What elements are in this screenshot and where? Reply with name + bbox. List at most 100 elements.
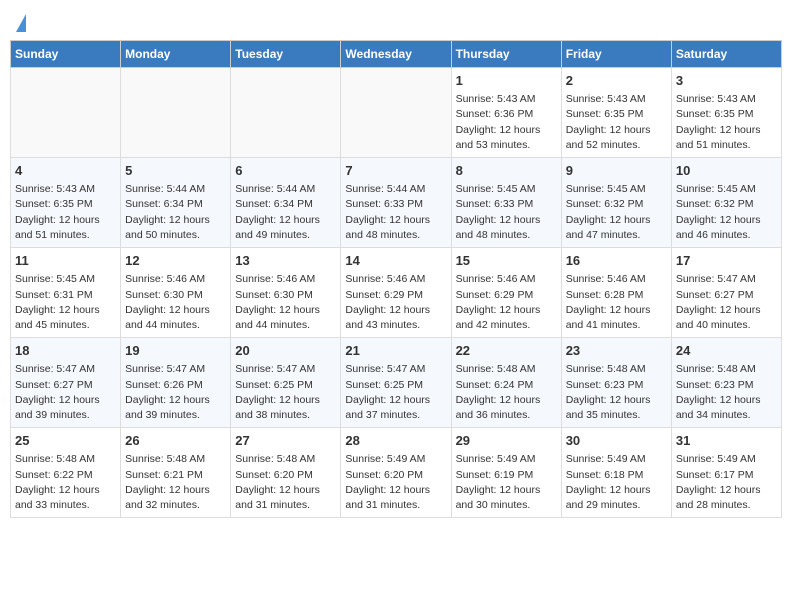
calendar-week-2: 4 Sunrise: 5:43 AM Sunset: 6:35 PM Daylig… bbox=[11, 158, 782, 248]
calendar-cell: 6Sunrise: 5:44 AM Sunset: 6:34 PM Daylig… bbox=[231, 158, 341, 248]
day-number: 8 bbox=[456, 162, 557, 180]
calendar-week-5: 25 Sunrise: 5:48 AM Sunset: 6:22 PM Dayli… bbox=[11, 428, 782, 518]
day-number: 30 bbox=[566, 432, 667, 450]
calendar-cell: 27 Sunrise: 5:48 AM Sunset: 6:20 PM Dayli… bbox=[231, 428, 341, 518]
calendar-cell: 9 Sunrise: 5:45 AM Sunset: 6:32 PM Daylig… bbox=[561, 158, 671, 248]
day-info: Sunrise: 5:48 AM Sunset: 6:21 PM Dayligh… bbox=[125, 452, 226, 513]
calendar-cell: 21 Sunrise: 5:47 AM Sunset: 6:25 PM Dayli… bbox=[341, 338, 451, 428]
day-number: 31 bbox=[676, 432, 777, 450]
weekday-header-wednesday: Wednesday bbox=[341, 41, 451, 68]
weekday-header-sunday: Sunday bbox=[11, 41, 121, 68]
day-info: Sunrise: 5:43 AM Sunset: 6:35 PM Dayligh… bbox=[676, 92, 777, 153]
day-number: 25 bbox=[15, 432, 116, 450]
calendar-cell: 3 Sunrise: 5:43 AM Sunset: 6:35 PM Daylig… bbox=[671, 68, 781, 158]
day-number: 10 bbox=[676, 162, 777, 180]
calendar-cell: 12Sunrise: 5:46 AM Sunset: 6:30 PM Dayli… bbox=[121, 248, 231, 338]
calendar-cell: 29 Sunrise: 5:49 AM Sunset: 6:19 PM Dayli… bbox=[451, 428, 561, 518]
calendar-cell: 22 Sunrise: 5:48 AM Sunset: 6:24 PM Dayli… bbox=[451, 338, 561, 428]
day-number: 5 bbox=[125, 162, 226, 180]
calendar-cell: 15 Sunrise: 5:46 AM Sunset: 6:29 PM Dayli… bbox=[451, 248, 561, 338]
day-number: 17 bbox=[676, 252, 777, 270]
day-info: Sunrise: 5:48 AM Sunset: 6:20 PM Dayligh… bbox=[235, 452, 336, 513]
weekday-header-friday: Friday bbox=[561, 41, 671, 68]
day-info: Sunrise: 5:46 AM Sunset: 6:29 PM Dayligh… bbox=[345, 272, 446, 333]
calendar-week-1: 1Sunrise: 5:43 AM Sunset: 6:36 PM Daylig… bbox=[11, 68, 782, 158]
day-number: 2 bbox=[566, 72, 667, 90]
day-info: Sunrise: 5:47 AM Sunset: 6:25 PM Dayligh… bbox=[345, 362, 446, 423]
day-info: Sunrise: 5:46 AM Sunset: 6:29 PM Dayligh… bbox=[456, 272, 557, 333]
day-info: Sunrise: 5:43 AM Sunset: 6:35 PM Dayligh… bbox=[566, 92, 667, 153]
day-info: Sunrise: 5:45 AM Sunset: 6:33 PM Dayligh… bbox=[456, 182, 557, 243]
day-info: Sunrise: 5:49 AM Sunset: 6:19 PM Dayligh… bbox=[456, 452, 557, 513]
day-number: 3 bbox=[676, 72, 777, 90]
calendar-cell: 5 Sunrise: 5:44 AM Sunset: 6:34 PM Daylig… bbox=[121, 158, 231, 248]
calendar-cell: 19 Sunrise: 5:47 AM Sunset: 6:26 PM Dayli… bbox=[121, 338, 231, 428]
day-info: Sunrise: 5:44 AM Sunset: 6:33 PM Dayligh… bbox=[345, 182, 446, 243]
day-number: 21 bbox=[345, 342, 446, 360]
calendar-cell: 7 Sunrise: 5:44 AM Sunset: 6:33 PM Daylig… bbox=[341, 158, 451, 248]
day-number: 24 bbox=[676, 342, 777, 360]
calendar-cell bbox=[231, 68, 341, 158]
day-number: 12 bbox=[125, 252, 226, 270]
calendar-header-row: SundayMondayTuesdayWednesdayThursdayFrid… bbox=[11, 41, 782, 68]
calendar-cell: 14 Sunrise: 5:46 AM Sunset: 6:29 PM Dayli… bbox=[341, 248, 451, 338]
calendar-cell bbox=[11, 68, 121, 158]
day-info: Sunrise: 5:44 AM Sunset: 6:34 PM Dayligh… bbox=[125, 182, 226, 243]
day-number: 28 bbox=[345, 432, 446, 450]
day-number: 23 bbox=[566, 342, 667, 360]
logo-triangle-icon bbox=[16, 14, 26, 32]
day-info: Sunrise: 5:47 AM Sunset: 6:27 PM Dayligh… bbox=[15, 362, 116, 423]
day-info: Sunrise: 5:43 AM Sunset: 6:35 PM Dayligh… bbox=[15, 182, 116, 243]
day-number: 11 bbox=[15, 252, 116, 270]
day-info: Sunrise: 5:49 AM Sunset: 6:18 PM Dayligh… bbox=[566, 452, 667, 513]
calendar-cell bbox=[341, 68, 451, 158]
day-number: 4 bbox=[15, 162, 116, 180]
logo bbox=[14, 10, 26, 32]
calendar-cell: 24 Sunrise: 5:48 AM Sunset: 6:23 PM Dayli… bbox=[671, 338, 781, 428]
calendar-cell: 8 Sunrise: 5:45 AM Sunset: 6:33 PM Daylig… bbox=[451, 158, 561, 248]
day-number: 19 bbox=[125, 342, 226, 360]
calendar-cell: 2 Sunrise: 5:43 AM Sunset: 6:35 PM Daylig… bbox=[561, 68, 671, 158]
day-number: 14 bbox=[345, 252, 446, 270]
calendar-cell: 20Sunrise: 5:47 AM Sunset: 6:25 PM Dayli… bbox=[231, 338, 341, 428]
day-number: 16 bbox=[566, 252, 667, 270]
weekday-header-monday: Monday bbox=[121, 41, 231, 68]
day-number: 27 bbox=[235, 432, 336, 450]
day-info: Sunrise: 5:48 AM Sunset: 6:22 PM Dayligh… bbox=[15, 452, 116, 513]
weekday-header-saturday: Saturday bbox=[671, 41, 781, 68]
day-info: Sunrise: 5:45 AM Sunset: 6:32 PM Dayligh… bbox=[676, 182, 777, 243]
day-info: Sunrise: 5:48 AM Sunset: 6:24 PM Dayligh… bbox=[456, 362, 557, 423]
calendar-cell: 18 Sunrise: 5:47 AM Sunset: 6:27 PM Dayli… bbox=[11, 338, 121, 428]
weekday-header-thursday: Thursday bbox=[451, 41, 561, 68]
calendar-cell: 31 Sunrise: 5:49 AM Sunset: 6:17 PM Dayli… bbox=[671, 428, 781, 518]
calendar-cell: 17 Sunrise: 5:47 AM Sunset: 6:27 PM Dayli… bbox=[671, 248, 781, 338]
day-number: 22 bbox=[456, 342, 557, 360]
day-info: Sunrise: 5:46 AM Sunset: 6:28 PM Dayligh… bbox=[566, 272, 667, 333]
calendar-cell: 4 Sunrise: 5:43 AM Sunset: 6:35 PM Daylig… bbox=[11, 158, 121, 248]
day-info: Sunrise: 5:48 AM Sunset: 6:23 PM Dayligh… bbox=[566, 362, 667, 423]
day-number: 13 bbox=[235, 252, 336, 270]
day-info: Sunrise: 5:48 AM Sunset: 6:23 PM Dayligh… bbox=[676, 362, 777, 423]
day-info: Sunrise: 5:47 AM Sunset: 6:26 PM Dayligh… bbox=[125, 362, 226, 423]
calendar-cell: 1Sunrise: 5:43 AM Sunset: 6:36 PM Daylig… bbox=[451, 68, 561, 158]
day-number: 15 bbox=[456, 252, 557, 270]
calendar-cell: 26Sunrise: 5:48 AM Sunset: 6:21 PM Dayli… bbox=[121, 428, 231, 518]
day-number: 29 bbox=[456, 432, 557, 450]
calendar-cell: 23 Sunrise: 5:48 AM Sunset: 6:23 PM Dayli… bbox=[561, 338, 671, 428]
day-number: 18 bbox=[15, 342, 116, 360]
calendar-cell: 30 Sunrise: 5:49 AM Sunset: 6:18 PM Dayli… bbox=[561, 428, 671, 518]
calendar: SundayMondayTuesdayWednesdayThursdayFrid… bbox=[10, 40, 782, 518]
calendar-cell: 13Sunrise: 5:46 AM Sunset: 6:30 PM Dayli… bbox=[231, 248, 341, 338]
day-number: 1 bbox=[456, 72, 557, 90]
calendar-week-4: 18 Sunrise: 5:47 AM Sunset: 6:27 PM Dayli… bbox=[11, 338, 782, 428]
day-info: Sunrise: 5:47 AM Sunset: 6:27 PM Dayligh… bbox=[676, 272, 777, 333]
day-number: 9 bbox=[566, 162, 667, 180]
calendar-cell: 25 Sunrise: 5:48 AM Sunset: 6:22 PM Dayli… bbox=[11, 428, 121, 518]
day-number: 7 bbox=[345, 162, 446, 180]
day-info: Sunrise: 5:49 AM Sunset: 6:17 PM Dayligh… bbox=[676, 452, 777, 513]
day-info: Sunrise: 5:45 AM Sunset: 6:32 PM Dayligh… bbox=[566, 182, 667, 243]
calendar-cell: 11Sunrise: 5:45 AM Sunset: 6:31 PM Dayli… bbox=[11, 248, 121, 338]
calendar-week-3: 11Sunrise: 5:45 AM Sunset: 6:31 PM Dayli… bbox=[11, 248, 782, 338]
day-number: 20 bbox=[235, 342, 336, 360]
calendar-cell bbox=[121, 68, 231, 158]
